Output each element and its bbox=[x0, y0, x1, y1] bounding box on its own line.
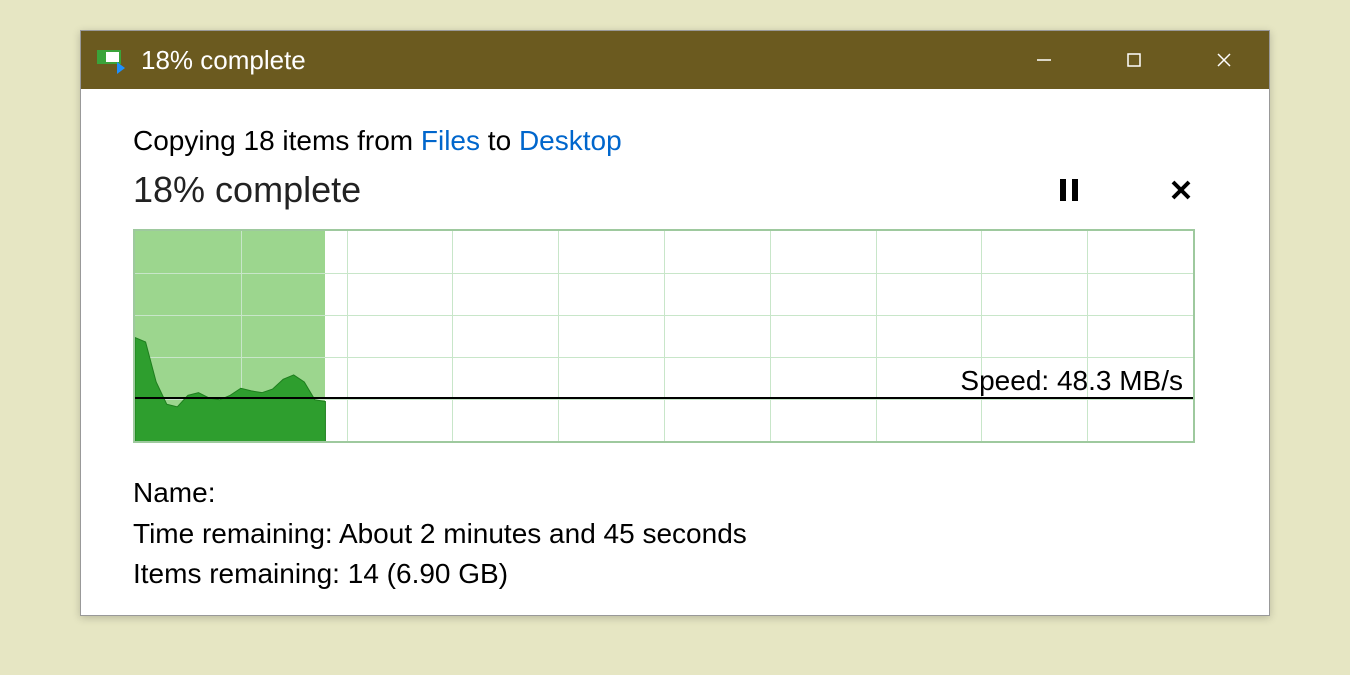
titlebar[interactable]: 18% complete bbox=[81, 31, 1269, 89]
copy-mid: to bbox=[480, 125, 519, 156]
copy-progress-icon bbox=[97, 50, 125, 70]
items-remaining-label: Items remaining: bbox=[133, 558, 348, 589]
window-title: 18% complete bbox=[141, 45, 999, 76]
source-link[interactable]: Files bbox=[421, 125, 480, 156]
time-remaining-row: Time remaining: About 2 minutes and 45 s… bbox=[133, 514, 1217, 555]
copy-prefix: Copying 18 items from bbox=[133, 125, 421, 156]
cancel-button[interactable] bbox=[1165, 174, 1197, 206]
window-controls bbox=[999, 31, 1269, 89]
items-remaining-row: Items remaining: 14 (6.90 GB) bbox=[133, 554, 1217, 595]
copy-description: Copying 18 items from Files to Desktop bbox=[133, 125, 1217, 157]
speed-curve bbox=[135, 231, 1193, 443]
dest-link[interactable]: Desktop bbox=[519, 125, 622, 156]
name-row: Name: bbox=[133, 473, 1217, 514]
dialog-content: Copying 18 items from Files to Desktop 1… bbox=[81, 89, 1269, 615]
action-buttons bbox=[1053, 174, 1217, 206]
progress-percent-text: 18% complete bbox=[133, 169, 361, 211]
name-label: Name: bbox=[133, 477, 215, 508]
pause-button[interactable] bbox=[1053, 174, 1085, 206]
close-button[interactable] bbox=[1179, 31, 1269, 89]
speed-label: Speed: 48.3 MB/s bbox=[960, 365, 1183, 397]
time-remaining-value: About 2 minutes and 45 seconds bbox=[339, 518, 747, 549]
items-remaining-value: 14 (6.90 GB) bbox=[348, 558, 508, 589]
progress-row: 18% complete bbox=[133, 169, 1217, 211]
speed-chart[interactable]: Speed: 48.3 MB/s bbox=[133, 229, 1195, 443]
speed-indicator-line bbox=[135, 397, 1193, 399]
transfer-details: Name: Time remaining: About 2 minutes an… bbox=[133, 473, 1217, 595]
time-remaining-label: Time remaining: bbox=[133, 518, 339, 549]
minimize-button[interactable] bbox=[999, 31, 1089, 89]
maximize-button[interactable] bbox=[1089, 31, 1179, 89]
file-copy-dialog: 18% complete Copying 18 items from Files… bbox=[80, 30, 1270, 616]
